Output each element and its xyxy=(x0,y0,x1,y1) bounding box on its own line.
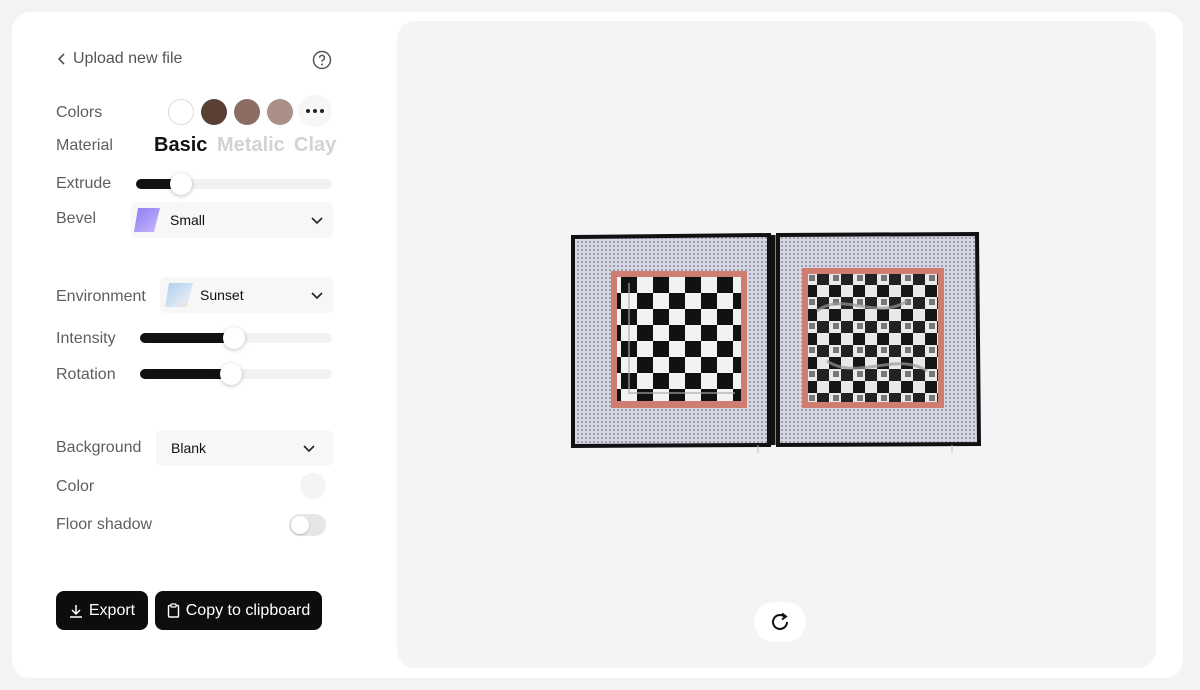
bevel-value: Small xyxy=(170,212,206,228)
background-value: Blank xyxy=(171,440,207,456)
rotation-label: Rotation xyxy=(56,366,116,383)
background-label: Background xyxy=(56,439,142,456)
color-swatch-brown[interactable] xyxy=(234,99,260,125)
background-color-swatch[interactable] xyxy=(300,473,326,499)
download-icon xyxy=(69,604,82,618)
floor-shadow-toggle-knob xyxy=(291,516,309,534)
rotation-fill xyxy=(140,369,231,379)
extrude-slider[interactable] xyxy=(136,173,332,195)
background-select[interactable]: Blank xyxy=(156,430,333,466)
colors-label: Colors xyxy=(56,104,103,121)
help-icon[interactable] xyxy=(312,50,332,70)
bevel-preview-icon xyxy=(134,208,160,232)
chevron-down-icon xyxy=(311,292,323,300)
rotation-slider[interactable] xyxy=(140,363,332,385)
environment-label: Environment xyxy=(56,288,146,305)
3d-preview-viewport[interactable] xyxy=(397,21,1156,668)
extrude-label: Extrude xyxy=(56,175,112,192)
environment-select[interactable]: Sunset xyxy=(160,277,333,313)
material-basic[interactable]: Basic xyxy=(154,134,207,157)
chevron-down-icon xyxy=(311,217,323,225)
color-swatch-white[interactable] xyxy=(168,99,194,125)
floor-shadow-toggle[interactable] xyxy=(289,514,326,536)
copy-to-clipboard-button[interactable]: Copy to clipboard xyxy=(155,591,322,630)
material-label: Material xyxy=(56,137,113,154)
upload-label: Upload new file xyxy=(73,50,183,67)
environment-value: Sunset xyxy=(200,287,244,303)
reset-view-button[interactable] xyxy=(754,602,806,642)
more-colors-button[interactable] xyxy=(298,95,332,127)
intensity-label: Intensity xyxy=(56,330,116,347)
environment-preview-icon xyxy=(165,283,193,307)
intensity-thumb[interactable] xyxy=(223,327,245,349)
upload-new-file-link[interactable]: Upload new file xyxy=(57,50,182,68)
export-button[interactable]: Export xyxy=(56,591,148,630)
left-panel-model xyxy=(571,232,771,449)
chevron-down-icon xyxy=(303,445,315,453)
export-label: Export xyxy=(88,601,136,619)
more-icon xyxy=(306,109,324,113)
rotation-thumb[interactable] xyxy=(220,363,242,385)
chevron-left-icon xyxy=(57,53,65,65)
intensity-fill xyxy=(140,333,235,343)
3d-model-preview[interactable] xyxy=(397,21,1156,668)
color-label: Color xyxy=(56,478,95,495)
right-panel-model xyxy=(776,231,982,448)
bevel-label: Bevel xyxy=(56,210,97,227)
copy-label: Copy to clipboard xyxy=(185,601,311,619)
intensity-slider[interactable] xyxy=(140,327,332,349)
extrude-thumb[interactable] xyxy=(170,173,192,195)
bevel-select[interactable]: Small xyxy=(131,202,333,238)
material-metalic[interactable]: Metalic xyxy=(217,134,285,157)
clipboard-icon xyxy=(167,603,179,618)
refresh-icon xyxy=(772,612,788,630)
color-swatch-dark-brown[interactable] xyxy=(201,99,227,125)
floor-shadow-label: Floor shadow xyxy=(56,516,153,533)
color-swatch-taupe[interactable] xyxy=(267,99,293,125)
material-clay[interactable]: Clay xyxy=(294,134,336,157)
